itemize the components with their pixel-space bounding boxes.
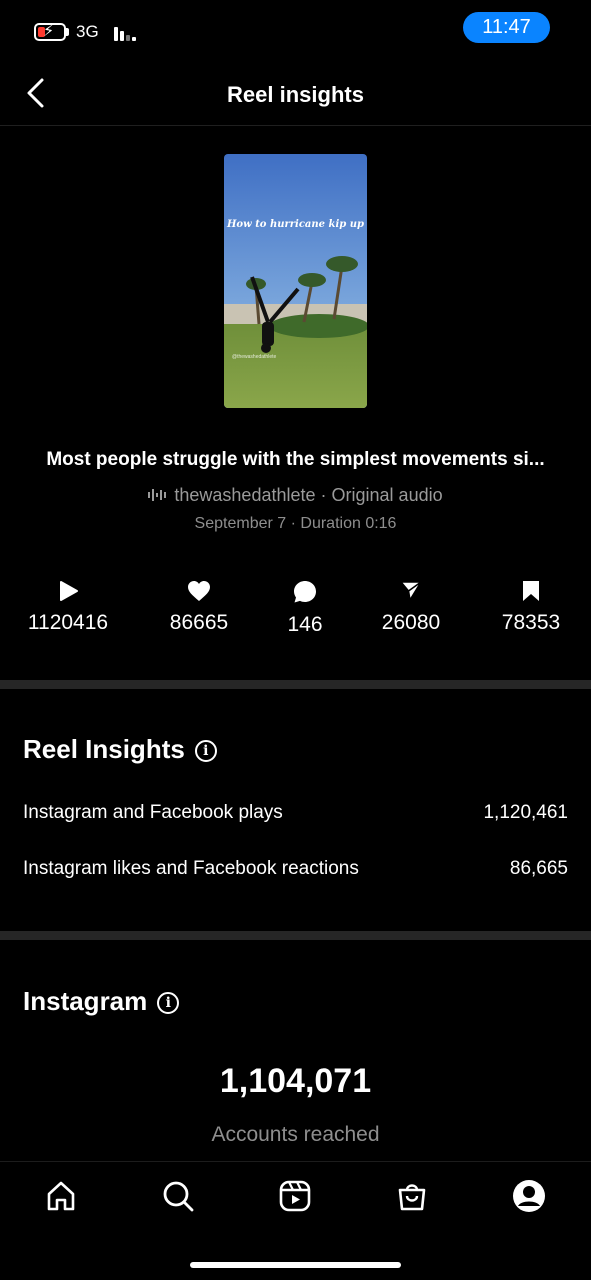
instagram-heading: Instagram i — [23, 985, 180, 1017]
heart-icon — [188, 581, 210, 601]
meta-separator: · — [290, 515, 296, 532]
metric-label: Instagram likes and Facebook reactions — [23, 858, 359, 879]
info-icon[interactable]: i — [157, 992, 180, 1014]
reel-thumbnail[interactable]: How to hurricane kip up @thewashedathlet… — [224, 154, 367, 408]
reel-insights-heading: Reel Insights i — [23, 733, 217, 765]
metric-label: Instagram and Facebook plays — [23, 802, 283, 823]
stat-value: 26080 — [381, 611, 441, 634]
accounts-reached-value: 1,104,071 — [219, 1062, 372, 1100]
bottom-nav — [0, 1161, 591, 1280]
search-icon[interactable] — [161, 1179, 195, 1213]
stat-comments: 146 — [250, 580, 360, 638]
audio-waveform-icon — [148, 484, 168, 501]
metric-value: 1,120,461 — [483, 802, 568, 823]
bookmark-icon — [523, 581, 539, 601]
reel-meta: September 7 · Duration 0:16 — [0, 513, 591, 535]
audio-row[interactable]: thewashedathlete · Original audio — [0, 483, 591, 507]
reels-icon[interactable] — [278, 1179, 312, 1213]
accounts-reached-label: Accounts reached — [211, 1123, 380, 1146]
thumbnail-overlay-text: How to hurricane kip up — [226, 219, 364, 230]
section-title: Instagram — [23, 986, 148, 1016]
comment-icon — [294, 581, 316, 603]
home-indicator — [190, 1262, 401, 1268]
stat-value: 146 — [287, 613, 323, 636]
signal-icon — [114, 25, 138, 41]
stat-value: 1120416 — [27, 611, 109, 634]
reel-duration: Duration 0:16 — [300, 515, 397, 532]
send-icon — [400, 581, 422, 601]
page-title: Reel insights — [227, 82, 364, 107]
info-icon[interactable]: i — [194, 740, 217, 762]
status-time: 11:47 — [463, 12, 550, 43]
profile-icon[interactable] — [512, 1179, 546, 1213]
stat-value: 86665 — [169, 611, 229, 634]
stat-plays: 1120416 — [13, 580, 123, 636]
shop-icon[interactable] — [395, 1179, 429, 1213]
reel-date: September 7 — [194, 515, 287, 532]
metric-value: 86,665 — [509, 858, 568, 879]
home-icon[interactable] — [44, 1179, 78, 1213]
section-divider — [0, 931, 591, 940]
audio-separator: · — [320, 485, 327, 505]
battery-icon: ⚡ — [34, 23, 66, 41]
stat-value: 78353 — [501, 611, 561, 634]
network-type: 3G — [76, 22, 99, 41]
status-bar: ⚡ 3G 11:47 — [0, 0, 591, 62]
audio-owner: thewashedathlete — [174, 485, 316, 505]
header: Reel insights — [0, 62, 591, 126]
reel-caption: Most people struggle with the simplest m… — [46, 449, 545, 470]
stat-likes: 86665 — [144, 580, 254, 636]
battery-tip — [66, 28, 69, 36]
stat-saves: 78353 — [476, 580, 586, 636]
play-icon — [60, 581, 78, 601]
section-title: Reel Insights — [23, 734, 185, 764]
section-divider — [0, 680, 591, 689]
audio-name: Original audio — [331, 485, 443, 505]
thumbnail-handle: @thewashedathlete — [232, 354, 277, 360]
stat-shares: 26080 — [356, 580, 466, 636]
